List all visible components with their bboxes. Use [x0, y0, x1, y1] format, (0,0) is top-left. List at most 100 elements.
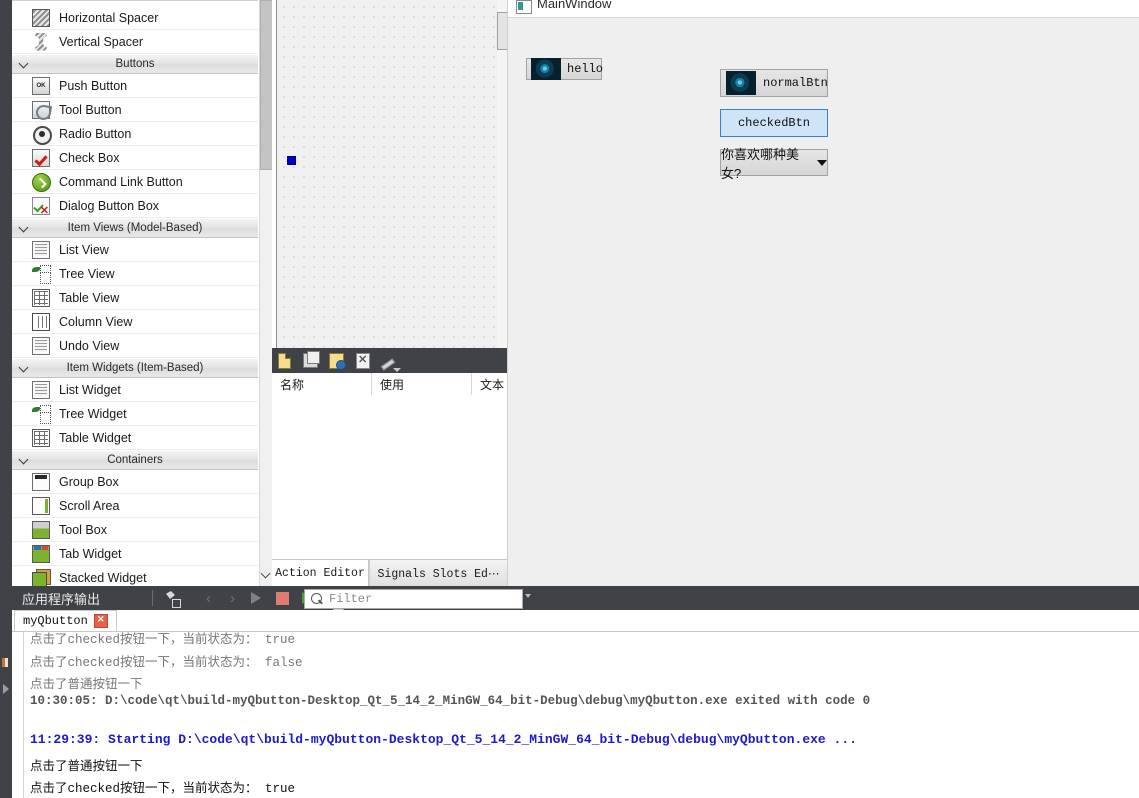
widget-item-column-view[interactable]: Column View: [12, 310, 258, 334]
widget-item-label: List View: [59, 242, 109, 257]
selection-handle[interactable]: [287, 156, 296, 165]
delete-action-icon[interactable]: [350, 348, 376, 373]
hello-button-label: hello: [567, 62, 604, 76]
stacked-widget-icon: [32, 568, 51, 586]
widget-item-tree-widget[interactable]: Tree Widget: [12, 402, 258, 426]
scroll-down-chevron-icon[interactable]: [260, 566, 271, 581]
dropdown-arrow-icon: [817, 159, 827, 166]
widget-item-stacked-widget[interactable]: Stacked Widget: [12, 566, 258, 586]
normal-button[interactable]: normalBtn: [720, 69, 828, 97]
widget-box-panel: Horizontal Spacer Vertical Spacer Button…: [12, 0, 273, 586]
widget-item-label: Dialog Button Box: [59, 198, 160, 213]
main-window-titlebar[interactable]: MainWindow: [508, 0, 1139, 17]
widget-item-check-box[interactable]: Check Box: [12, 146, 258, 170]
chevron-down-icon: [20, 455, 29, 464]
tree-widget-icon: [32, 404, 51, 424]
widget-item-push-button[interactable]: OK Push Button: [12, 74, 258, 98]
toolbar-separator: [152, 590, 153, 606]
output-tabbar: myQbutton ✕: [12, 610, 1139, 633]
output-pane-title: 应用程序输出: [22, 591, 101, 607]
clear-output-icon[interactable]: [164, 590, 181, 608]
horizontal-spacer-icon: [32, 8, 50, 27]
widget-group-header-containers[interactable]: Containers: [12, 450, 258, 470]
widget-item-list-view[interactable]: List View: [12, 238, 258, 262]
console-line: 点击了checked按钮一下，当前状态为： true: [30, 633, 296, 647]
checked-button-label: checkedBtn: [737, 116, 810, 130]
output-console[interactable]: 点击了checked按钮一下，当前状态为： true 点击了checked按钮一…: [12, 632, 1139, 798]
widget-group-header-buttons[interactable]: Buttons: [12, 54, 258, 74]
widget-item-tool-button[interactable]: Tool Button: [12, 98, 258, 122]
photo-icon: [531, 58, 561, 80]
main-window-client-area: hello normalBtn checkedBtn 你喜欢哪种美女?: [508, 17, 1139, 612]
configure-wrench-icon[interactable]: [376, 348, 402, 373]
radio-button-icon: [32, 125, 52, 145]
form-design-canvas[interactable]: [276, 0, 498, 348]
widget-item-undo-view[interactable]: Undo View: [12, 334, 258, 358]
filter-placeholder: Filter: [329, 592, 373, 606]
widget-item-label: Horizontal Spacer: [59, 10, 159, 25]
widget-item-scroll-area[interactable]: Scroll Area: [12, 494, 258, 518]
canvas-right-gutter: [497, 0, 507, 348]
tab-signals-slots-editor[interactable]: Signals Slots Ed⋯: [369, 560, 507, 586]
widget-box-top-divider: [12, 0, 258, 1]
edit-action-icon[interactable]: [324, 348, 350, 373]
column-view-icon: [32, 312, 50, 331]
action-editor-toolbar: [272, 348, 507, 373]
check-box-icon: [32, 148, 50, 167]
widget-group-header-item-widgets[interactable]: Item Widgets (Item-Based): [12, 358, 258, 378]
push-button-icon: OK: [32, 76, 50, 95]
widget-item-label: Push Button: [59, 78, 128, 93]
group-box-icon: [32, 472, 50, 491]
widget-item-tool-box[interactable]: Tool Box: [12, 518, 258, 542]
next-item-icon[interactable]: ›: [224, 590, 241, 607]
console-line: 点击了普通按钮一下: [30, 760, 143, 774]
widget-item-label: Undo View: [59, 338, 120, 353]
combo-button[interactable]: 你喜欢哪种美女?: [720, 147, 828, 181]
output-tab-myqbutton[interactable]: myQbutton ✕: [14, 610, 117, 632]
widget-item-vertical-spacer[interactable]: Vertical Spacer: [12, 30, 258, 54]
previous-item-icon[interactable]: ‹: [200, 590, 217, 607]
widget-item-group-box[interactable]: Group Box: [12, 470, 258, 494]
application-output-pane: 应用程序输出 ‹ › Filter myQbutton ✕ 点击了checked…: [12, 586, 1139, 798]
filter-input[interactable]: Filter: [304, 589, 523, 609]
dialog-button-box-icon: [32, 196, 50, 217]
widget-item-table-view[interactable]: Table View: [12, 286, 258, 310]
widget-item-table-widget[interactable]: Table Widget: [12, 426, 258, 450]
hello-button[interactable]: hello: [526, 58, 604, 80]
action-editor-tabbar: Action Editor Signals Slots Ed⋯: [272, 559, 507, 586]
copy-action-icon[interactable]: [298, 348, 324, 373]
action-editor-column-header: 名称 使用 文本: [272, 373, 507, 396]
column-header-text[interactable]: 文本: [472, 373, 507, 395]
close-icon[interactable]: ✕: [93, 614, 108, 628]
widget-item-radio-button[interactable]: Radio Button: [12, 122, 258, 146]
tree-view-icon: [32, 264, 51, 284]
command-link-button-icon: [32, 172, 51, 192]
rail-marker-icon: [2, 658, 8, 667]
column-header-name[interactable]: 名称: [272, 373, 372, 395]
widget-group-header-item-views[interactable]: Item Views (Model-Based): [12, 218, 258, 238]
tab-action-editor[interactable]: Action Editor: [272, 560, 369, 586]
photo-icon: [726, 71, 756, 95]
action-editor-list[interactable]: [272, 395, 507, 560]
checked-button[interactable]: checkedBtn: [720, 109, 828, 137]
widget-item-tree-view[interactable]: Tree View: [12, 262, 258, 286]
filter-dropdown-caret-icon[interactable]: [525, 594, 531, 598]
widget-item-horizontal-spacer[interactable]: Horizontal Spacer: [12, 6, 258, 30]
widget-item-dialog-button-box[interactable]: Dialog Button Box: [12, 194, 258, 218]
rail-expand-arrow-icon[interactable]: [3, 684, 9, 694]
widget-item-command-link-button[interactable]: Command Link Button: [12, 170, 258, 194]
widget-group-label: Item Widgets (Item-Based): [66, 362, 204, 374]
widget-group-label: Containers: [107, 454, 163, 466]
widget-item-label: Tree Widget: [59, 406, 127, 421]
output-tab-label: myQbutton: [23, 614, 88, 628]
scroll-area-icon: [32, 496, 50, 515]
widget-item-tab-widget[interactable]: Tab Widget: [12, 542, 258, 566]
column-header-used[interactable]: 使用: [372, 373, 472, 395]
console-line: 10:30:05: D:\code\qt\build-myQbutton-Des…: [30, 694, 871, 708]
new-action-icon[interactable]: [272, 348, 298, 373]
widget-item-list-widget[interactable]: List Widget: [12, 378, 258, 402]
stop-icon[interactable]: [274, 590, 291, 607]
undo-view-icon: [32, 336, 50, 355]
play-icon[interactable]: [248, 590, 265, 607]
list-view-icon: [32, 240, 50, 259]
